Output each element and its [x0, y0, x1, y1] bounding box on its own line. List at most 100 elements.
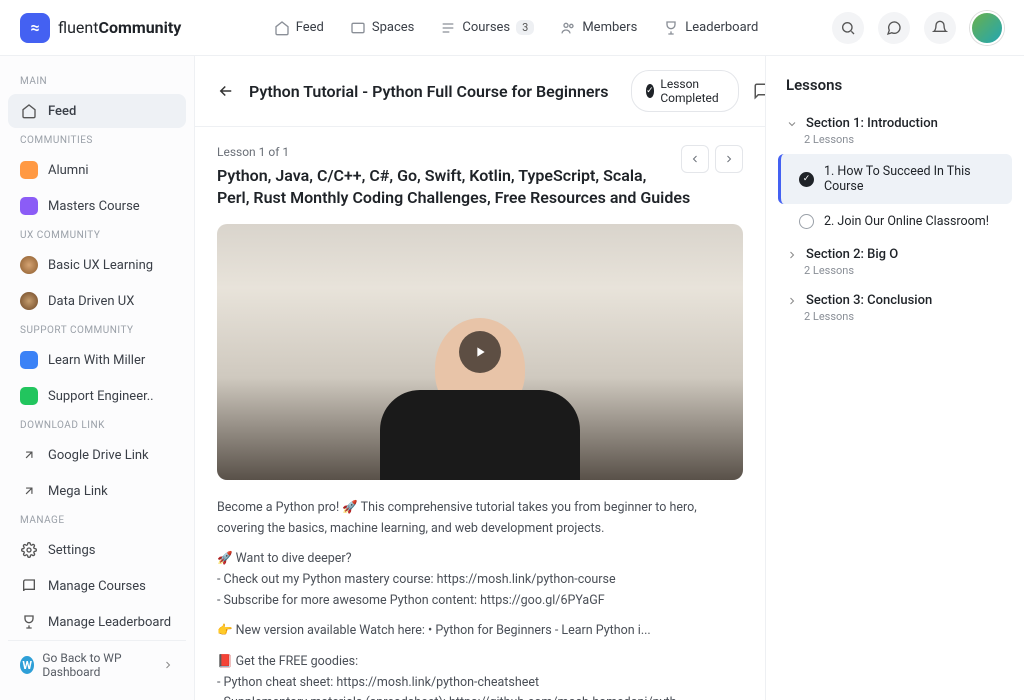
sidebar-item-gdrive[interactable]: Google Drive Link [8, 438, 186, 472]
check-icon: ✓ [799, 172, 814, 187]
circle-icon [799, 214, 814, 229]
back-to-wp-label: Go Back to WP Dashboard [42, 651, 154, 679]
play-icon [459, 331, 501, 373]
nav-members-label: Members [582, 20, 637, 35]
sidebar-label-support: SUPPORT COMMUNITY [8, 319, 186, 342]
nav-members[interactable]: Members [560, 20, 637, 36]
lesson-row-1[interactable]: ✓ 1. How To Succeed In This Course [778, 154, 1012, 204]
top-navigation: Feed Spaces Courses 3 Members Leaderboar… [274, 20, 759, 36]
courses-count-badge: 3 [516, 20, 534, 35]
section-name: Section 1: Introduction [806, 116, 938, 131]
sidebar-item-manage-leaderboard[interactable]: Manage Leaderboard [8, 605, 186, 639]
section-1[interactable]: Section 1: Introduction 2 Lessons [778, 108, 1012, 154]
wordpress-icon: W [20, 656, 34, 674]
sidebar-item-label: Data Driven UX [48, 294, 134, 309]
book-icon [20, 577, 38, 595]
sidebar-item-manage-courses[interactable]: Manage Courses [8, 569, 186, 603]
section-2[interactable]: Section 2: Big O 2 Lessons [778, 239, 1012, 285]
leaderboard-icon [663, 20, 679, 36]
avatar-icon [20, 292, 38, 310]
brand-text: fluentCommunity [58, 18, 181, 37]
back-button[interactable] [217, 82, 235, 100]
brand[interactable]: ≈ fluentCommunity [20, 13, 200, 43]
sidebar-item-learn-miller[interactable]: Learn With Miller [8, 343, 186, 377]
sidebar-label-communities: COMMUNITIES [8, 129, 186, 152]
lesson-meta: Lesson 1 of 1 [217, 145, 743, 159]
courses-icon [440, 20, 456, 36]
chevron-down-icon [786, 118, 798, 130]
chevron-right-icon [786, 249, 798, 261]
sidebar-item-alumni[interactable]: Alumni [8, 153, 186, 187]
sidebar-item-masters[interactable]: Masters Course [8, 189, 186, 223]
nav-leaderboard-label: Leaderboard [685, 20, 758, 35]
sidebar-item-mega[interactable]: Mega Link [8, 474, 186, 508]
chevron-right-icon [162, 659, 174, 671]
sidebar-item-label: Settings [48, 543, 95, 558]
sidebar-label-ux: UX COMMUNITY [8, 224, 186, 247]
nav-feed-label: Feed [296, 20, 324, 35]
external-link-icon [20, 482, 38, 500]
sidebar-item-data-ux[interactable]: Data Driven UX [8, 284, 186, 318]
lesson-completed-toggle[interactable]: ✓ Lesson Completed [631, 70, 739, 112]
back-to-wp[interactable]: W Go Back to WP Dashboard [8, 640, 186, 689]
lesson-title: Python Tutorial - Python Full Course for… [249, 82, 609, 101]
search-button[interactable] [832, 12, 864, 44]
sidebar-item-feed[interactable]: Feed [8, 94, 186, 128]
chat-icon [886, 20, 902, 36]
community-icon [20, 161, 38, 179]
comments-button[interactable] [753, 82, 766, 100]
spaces-icon [350, 20, 366, 36]
notifications-button[interactable] [924, 12, 956, 44]
gear-icon [20, 541, 38, 559]
lesson-header: Python Tutorial - Python Full Course for… [195, 56, 765, 127]
external-link-icon [20, 446, 38, 464]
sidebar-item-label: Feed [48, 104, 76, 119]
nav-feed[interactable]: Feed [274, 20, 324, 36]
section-3[interactable]: Section 3: Conclusion 2 Lessons [778, 285, 1012, 331]
sidebar-item-support-eng[interactable]: Support Engineer.. [8, 379, 186, 413]
next-lesson-button[interactable] [715, 145, 743, 173]
avatar-icon [20, 256, 38, 274]
lesson-row-2[interactable]: 2. Join Our Online Classroom! [778, 204, 1012, 239]
sidebar-item-label: Alumni [48, 163, 89, 178]
sidebar-item-basic-ux[interactable]: Basic UX Learning [8, 248, 186, 282]
lesson-row-label: 1. How To Succeed In This Course [824, 164, 1004, 194]
user-avatar[interactable] [970, 11, 1004, 45]
sidebar-item-label: Support Engineer.. [48, 389, 154, 404]
video-thumbnail [380, 300, 580, 480]
sidebar-label-main: MAIN [8, 70, 186, 93]
community-icon [20, 387, 38, 405]
home-icon [20, 102, 38, 120]
members-icon [560, 20, 576, 36]
home-icon [274, 20, 290, 36]
search-icon [840, 20, 856, 36]
lesson-description: Become a Python pro! 🚀 This comprehensiv… [217, 498, 743, 700]
sidebar-label-download: DOWNLOAD LINK [8, 414, 186, 437]
sidebar-item-settings[interactable]: Settings [8, 533, 186, 567]
sidebar-item-label: Google Drive Link [48, 448, 149, 463]
nav-courses[interactable]: Courses 3 [440, 20, 534, 36]
lesson-pane: Python Tutorial - Python Full Course for… [195, 56, 766, 700]
nav-leaderboard[interactable]: Leaderboard [663, 20, 758, 36]
section-count: 2 Lessons [804, 264, 1004, 277]
nav-spaces-label: Spaces [372, 20, 415, 35]
lessons-panel-title: Lessons [778, 72, 1012, 108]
community-icon [20, 351, 38, 369]
sidebar-item-label: Learn With Miller [48, 353, 145, 368]
sidebar-item-label: Manage Courses [48, 579, 146, 594]
lessons-panel: Lessons Section 1: Introduction 2 Lesson… [766, 56, 1024, 700]
check-icon: ✓ [646, 84, 655, 98]
bell-icon [932, 20, 948, 36]
video-player[interactable] [217, 224, 743, 480]
trophy-icon [20, 613, 38, 631]
section-name: Section 3: Conclusion [806, 293, 932, 308]
nav-spaces[interactable]: Spaces [350, 20, 415, 36]
chevron-right-icon [786, 295, 798, 307]
sidebar-item-label: Mega Link [48, 484, 108, 499]
lesson-completed-label: Lesson Completed [660, 77, 723, 105]
prev-lesson-button[interactable] [681, 145, 709, 173]
sidebar-item-label: Basic UX Learning [48, 258, 153, 273]
sidebar-label-manage: MANAGE [8, 509, 186, 532]
chat-button[interactable] [878, 12, 910, 44]
sidebar-item-label: Masters Course [48, 199, 140, 214]
